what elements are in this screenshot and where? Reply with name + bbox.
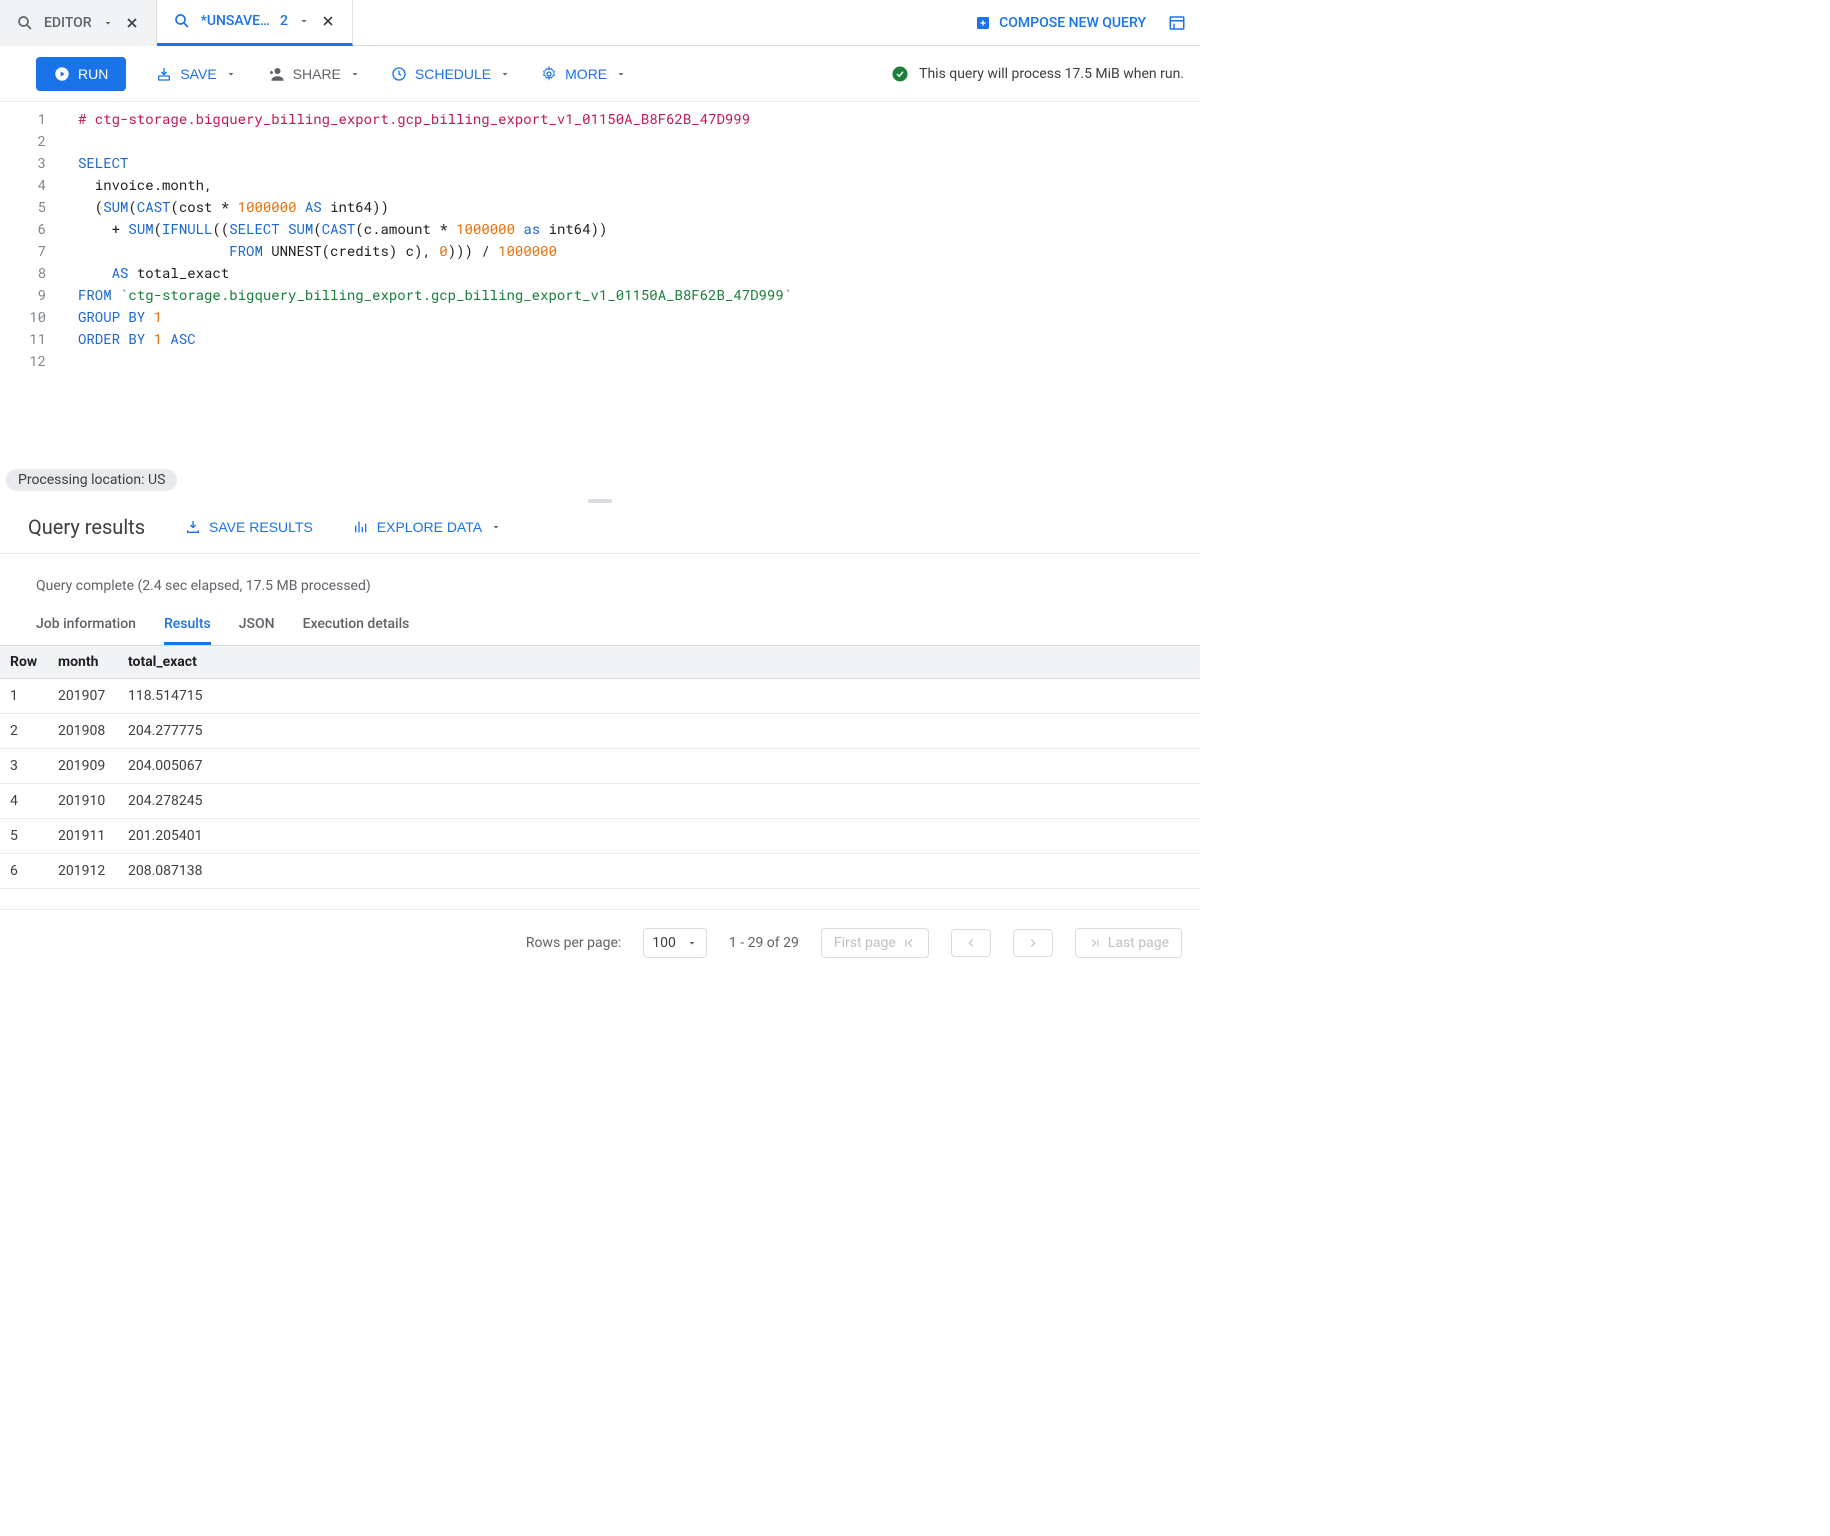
prev-page-button[interactable] [951, 929, 991, 957]
status-text: This query will process 17.5 MiB when ru… [919, 66, 1184, 82]
first-page-label: First page [834, 935, 896, 951]
col-total-exact: total_exact [118, 646, 228, 679]
person-add-icon [267, 65, 285, 83]
table-row: 5201911201.205401 [0, 819, 1200, 854]
tab-unsaved-label: *UNSAVE… [201, 13, 270, 29]
chevron-down-icon [615, 68, 627, 80]
tab-execution-details[interactable]: Execution details [303, 610, 410, 645]
last-page-button[interactable]: Last page [1075, 928, 1182, 958]
col-month: month [48, 646, 118, 679]
chevron-left-icon [964, 936, 978, 950]
results-header: Query results SAVE RESULTS EXPLORE DATA [0, 505, 1200, 554]
schedule-label: SCHEDULE [415, 66, 491, 82]
rows-per-page-select[interactable]: 100 [643, 928, 707, 958]
chevron-down-icon [490, 521, 502, 533]
chevron-down-icon[interactable] [298, 15, 310, 27]
table-row: 3201909204.005067 [0, 749, 1200, 784]
more-button[interactable]: MORE [541, 66, 627, 82]
chevron-down-icon[interactable] [102, 17, 114, 29]
chevron-right-icon [1026, 936, 1040, 950]
last-page-icon [1088, 936, 1102, 950]
tab-editor-label: EDITOR [44, 15, 92, 31]
results-table: Row month total_exact 1201907118.5147152… [0, 646, 1200, 889]
chevron-down-icon [499, 68, 511, 80]
table-row: 4201910204.278245 [0, 784, 1200, 819]
explore-data-label: EXPLORE DATA [377, 519, 482, 535]
table-row: 1201907118.514715 [0, 679, 1200, 714]
check-circle-icon [891, 65, 909, 83]
save-button[interactable]: SAVE [156, 66, 236, 82]
col-spacer [228, 646, 1200, 679]
save-label: SAVE [180, 66, 216, 82]
next-page-button[interactable] [1013, 929, 1053, 957]
share-button[interactable]: SHARE [267, 65, 361, 83]
query-icon [16, 14, 34, 32]
save-icon [156, 66, 172, 82]
rows-value: 100 [652, 935, 676, 951]
query-complete-text: Query complete (2.4 sec elapsed, 17.5 MB… [0, 554, 1200, 606]
tab-json[interactable]: JSON [239, 610, 275, 645]
chevron-down-icon [686, 937, 698, 949]
tab-job-information[interactable]: Job information [36, 610, 136, 645]
gear-icon [541, 66, 557, 82]
save-results-button[interactable]: SAVE RESULTS [185, 519, 313, 535]
chevron-down-icon [225, 68, 237, 80]
tab-results[interactable]: Results [164, 610, 211, 645]
query-icon [173, 12, 191, 30]
side-panel-icon[interactable] [1162, 14, 1200, 32]
results-title: Query results [28, 515, 145, 539]
processing-location-badge: Processing location: US [6, 469, 177, 491]
run-button[interactable]: RUN [36, 57, 126, 91]
query-status: This query will process 17.5 MiB when ru… [891, 65, 1192, 83]
last-page-label: Last page [1108, 935, 1169, 951]
schedule-button[interactable]: SCHEDULE [391, 66, 511, 82]
compose-new-query-button[interactable]: COMPOSE NEW QUERY [959, 15, 1162, 31]
pagination: Rows per page: 100 1 - 29 of 29 First pa… [0, 909, 1200, 964]
tab-editor[interactable]: EDITOR [0, 0, 157, 46]
code-area[interactable]: # ctg-storage.bigquery_billing_export.gc… [60, 102, 1200, 497]
sql-editor[interactable]: 123456789101112 # ctg-storage.bigquery_b… [0, 102, 1200, 497]
tabs-bar: EDITOR *UNSAVE… 2 COMPOSE NEW QUERY [0, 0, 1200, 46]
play-icon [54, 66, 70, 82]
save-results-label: SAVE RESULTS [209, 519, 313, 535]
toolbar: RUN SAVE SHARE SCHEDULE MORE [0, 46, 1200, 102]
share-label: SHARE [293, 66, 341, 82]
tab-unsaved-count: 2 [280, 13, 288, 29]
col-row: Row [0, 646, 48, 679]
more-label: MORE [565, 66, 607, 82]
tab-unsaved[interactable]: *UNSAVE… 2 [157, 0, 353, 46]
close-icon[interactable] [124, 15, 140, 31]
table-row: 6201912208.087138 [0, 854, 1200, 889]
line-gutter: 123456789101112 [0, 102, 60, 497]
rows-per-page-label: Rows per page: [526, 935, 621, 951]
run-label: RUN [78, 66, 108, 82]
compose-label: COMPOSE NEW QUERY [999, 15, 1146, 31]
clock-icon [391, 66, 407, 82]
first-page-button[interactable]: First page [821, 928, 929, 958]
chevron-down-icon [349, 68, 361, 80]
table-row: 2201908204.277775 [0, 714, 1200, 749]
plus-box-icon [975, 15, 991, 31]
drag-handle[interactable] [0, 497, 1200, 505]
download-icon [185, 519, 201, 535]
close-icon[interactable] [320, 13, 336, 29]
pagination-range: 1 - 29 of 29 [729, 935, 799, 951]
chart-icon [353, 519, 369, 535]
first-page-icon [902, 936, 916, 950]
explore-data-button[interactable]: EXPLORE DATA [353, 519, 502, 535]
result-tabs: Job information Results JSON Execution d… [0, 606, 1200, 646]
